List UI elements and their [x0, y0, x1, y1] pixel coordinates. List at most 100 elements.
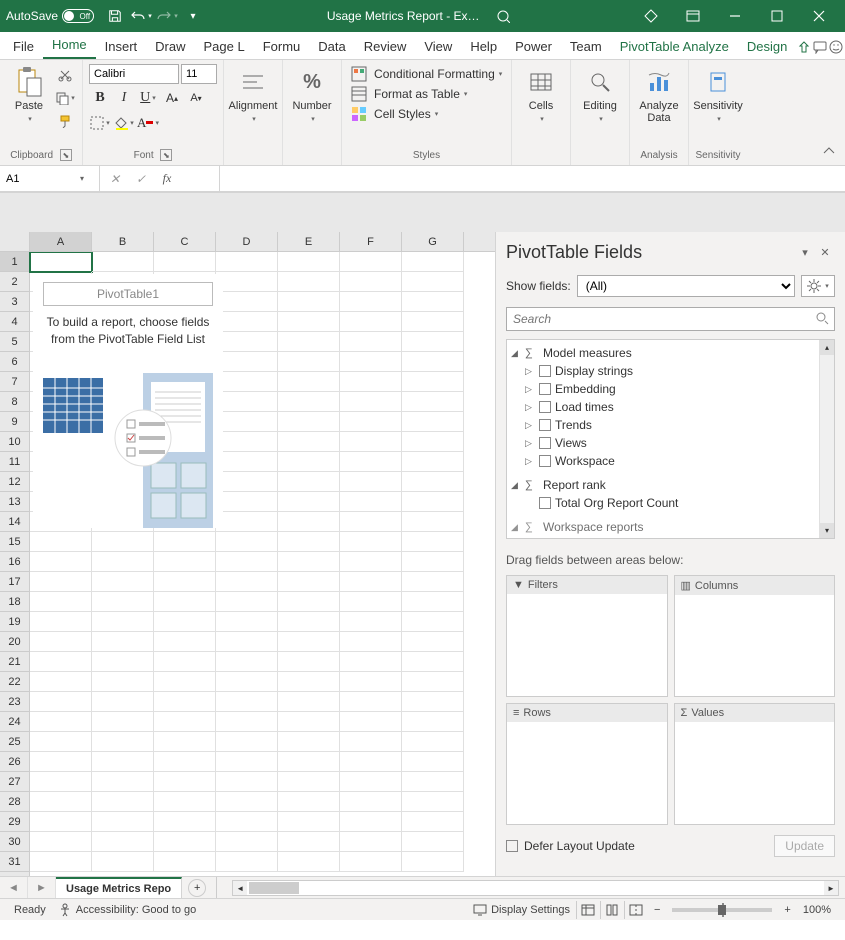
tab-pivottable-analyze[interactable]: PivotTable Analyze	[611, 34, 738, 59]
row-header[interactable]: 17	[0, 572, 29, 592]
col-header[interactable]: A	[30, 232, 92, 251]
tab-formulas[interactable]: Formu	[254, 34, 310, 59]
row-header[interactable]: 25	[0, 732, 29, 752]
row-header[interactable]: 21	[0, 652, 29, 672]
tab-review[interactable]: Review	[355, 34, 416, 59]
cell[interactable]	[278, 312, 340, 332]
accept-formula-icon[interactable]: ✓	[132, 170, 150, 188]
defer-checkbox[interactable]	[506, 840, 518, 852]
cell[interactable]	[278, 472, 340, 492]
cell[interactable]	[278, 812, 340, 832]
cell[interactable]	[92, 612, 154, 632]
cell[interactable]	[30, 612, 92, 632]
cell[interactable]	[154, 792, 216, 812]
cell[interactable]	[216, 772, 278, 792]
cell[interactable]	[340, 532, 402, 552]
cell[interactable]	[30, 812, 92, 832]
cell[interactable]	[92, 832, 154, 852]
display-settings[interactable]: Display Settings	[473, 904, 570, 916]
row-header[interactable]: 6	[0, 352, 29, 372]
horizontal-scrollbar[interactable]: ◄►	[232, 880, 839, 896]
cell[interactable]	[340, 392, 402, 412]
cell[interactable]	[92, 672, 154, 692]
cell[interactable]	[402, 492, 464, 512]
cell[interactable]	[154, 812, 216, 832]
font-launcher[interactable]: ⬊	[160, 149, 172, 161]
cell[interactable]	[402, 732, 464, 752]
cell[interactable]	[278, 772, 340, 792]
tree-label[interactable]: Embedding	[555, 382, 616, 396]
cell[interactable]	[216, 272, 278, 292]
copy-icon[interactable]: ▾	[54, 87, 76, 109]
cell[interactable]	[278, 532, 340, 552]
cell[interactable]	[402, 252, 464, 272]
sheet-nav-prev-icon[interactable]: ◄	[0, 877, 28, 898]
cell[interactable]	[154, 712, 216, 732]
tab-view[interactable]: View	[415, 34, 461, 59]
cell[interactable]	[216, 472, 278, 492]
cell[interactable]	[92, 732, 154, 752]
cell[interactable]	[92, 532, 154, 552]
cell[interactable]	[402, 612, 464, 632]
cell[interactable]	[402, 852, 464, 872]
row-header[interactable]: 30	[0, 832, 29, 852]
cell[interactable]	[216, 432, 278, 452]
row-header[interactable]: 3	[0, 292, 29, 312]
cell[interactable]	[340, 672, 402, 692]
row-header[interactable]: 9	[0, 412, 29, 432]
cell[interactable]	[278, 832, 340, 852]
tree-label[interactable]: Trends	[555, 418, 592, 432]
cell[interactable]	[154, 632, 216, 652]
cell[interactable]	[340, 312, 402, 332]
collapse-icon[interactable]: ◢	[511, 348, 521, 359]
fill-color-icon[interactable]: ▾	[113, 112, 135, 134]
cell[interactable]	[92, 712, 154, 732]
cell[interactable]	[340, 452, 402, 472]
checkbox[interactable]	[539, 419, 551, 431]
cell[interactable]	[154, 552, 216, 572]
cell[interactable]	[340, 372, 402, 392]
cell[interactable]	[30, 712, 92, 732]
expand-icon[interactable]: ▷	[525, 456, 535, 467]
cell[interactable]	[278, 552, 340, 572]
cell[interactable]	[30, 592, 92, 612]
cell[interactable]	[340, 772, 402, 792]
row-header[interactable]: 19	[0, 612, 29, 632]
cell[interactable]	[30, 692, 92, 712]
cell[interactable]	[216, 312, 278, 332]
cell[interactable]	[340, 292, 402, 312]
cell[interactable]	[402, 592, 464, 612]
col-header[interactable]: G	[402, 232, 464, 251]
tools-gear-icon[interactable]: ▾	[801, 275, 835, 297]
cell[interactable]	[216, 792, 278, 812]
cell[interactable]	[30, 772, 92, 792]
underline-icon[interactable]: U▾	[137, 87, 159, 109]
tree-label[interactable]: Workspace	[555, 454, 615, 468]
cell[interactable]	[340, 272, 402, 292]
cell[interactable]	[216, 552, 278, 572]
cell[interactable]	[216, 512, 278, 532]
cell[interactable]	[402, 532, 464, 552]
cell[interactable]	[92, 752, 154, 772]
cell[interactable]	[216, 832, 278, 852]
cell[interactable]	[154, 852, 216, 872]
bold-icon[interactable]: B	[89, 87, 111, 109]
cell[interactable]	[340, 712, 402, 732]
ribbon-display-icon[interactable]	[673, 0, 713, 32]
cell[interactable]	[278, 432, 340, 452]
row-header[interactable]: 28	[0, 792, 29, 812]
cell[interactable]	[402, 692, 464, 712]
cell[interactable]	[216, 752, 278, 772]
cell[interactable]	[92, 252, 154, 272]
col-header[interactable]: D	[216, 232, 278, 251]
cell[interactable]	[402, 772, 464, 792]
normal-view-icon[interactable]	[576, 901, 600, 919]
checkbox[interactable]	[539, 497, 551, 509]
tab-data[interactable]: Data	[309, 34, 354, 59]
row-header[interactable]: 4	[0, 312, 29, 332]
cell[interactable]	[30, 832, 92, 852]
row-header[interactable]: 8	[0, 392, 29, 412]
tree-label[interactable]: Report rank	[543, 478, 606, 492]
cell[interactable]	[340, 632, 402, 652]
row-header[interactable]: 16	[0, 552, 29, 572]
